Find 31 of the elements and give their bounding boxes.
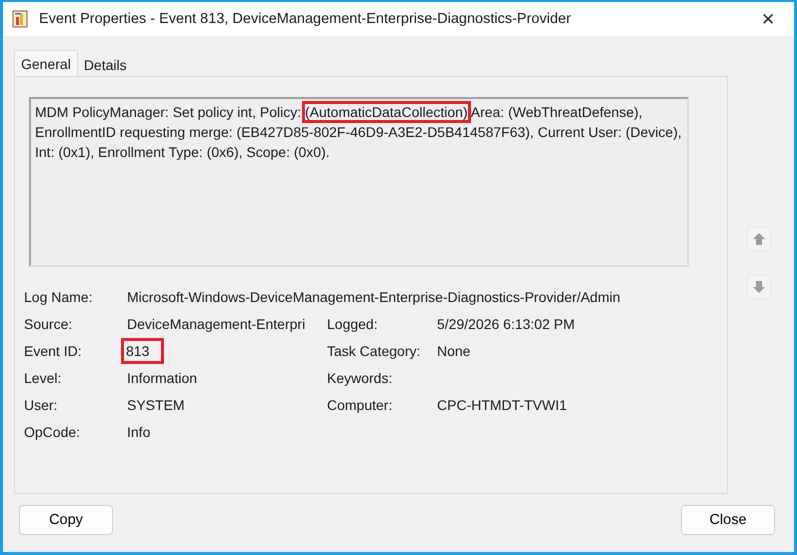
window-title: Event Properties - Event 813, DeviceManagement-Enterprise-Diagnostics-Provider [39, 11, 572, 27]
tab[interactable]: Details [78, 54, 133, 76]
event-viewer-icon [12, 10, 28, 28]
field-value: Information [127, 370, 198, 386]
tab[interactable]: General [14, 50, 78, 76]
field-value: Microsoft-Windows-DeviceManagement-Enterprise-Diagnostics-Provider/Admin [127, 289, 620, 305]
next-event-button[interactable] [747, 275, 771, 299]
field-label: Source: [24, 315, 74, 334]
field-value: SYSTEM [127, 397, 185, 413]
field-label: Task Category: [327, 342, 422, 361]
close-dialog-button[interactable]: Close [681, 505, 775, 535]
copy-button[interactable]: Copy [19, 505, 113, 535]
up-arrow-icon [752, 232, 766, 246]
previous-event-button[interactable] [747, 227, 771, 251]
field-value: CPC-HTMDT-TVWI1 [437, 397, 567, 413]
field-label: Keywords: [327, 369, 394, 388]
field-label: User: [24, 396, 58, 415]
down-arrow-icon [752, 280, 766, 294]
field-label: Logged: [327, 315, 379, 334]
field-value: Info [127, 424, 150, 440]
field-value: 5/29/2026 6:13:02 PM [437, 316, 575, 332]
field-label: Computer: [327, 396, 394, 415]
field-label: Level: [24, 369, 62, 388]
field-label: Event ID: [24, 342, 83, 361]
event-message: MDM PolicyManager: Set policy int, Policy: (AutomaticDataCollection) Area: (WebThreatDefense), EnrollmentID requesting merge: (EB427D85-802F-46D9-A3E2-D5B414587F63), Current User: (Device), Int: (0x1), Enrollment Type: (0x6), Scope: (0x0). [35, 102, 683, 162]
field-value: None [437, 343, 470, 359]
field-label: Log Name: [24, 288, 94, 307]
field-value: DeviceManagement-Enterpri [127, 316, 306, 332]
field-value: 813 [124, 341, 162, 361]
field-label: OpCode: [24, 423, 82, 442]
close-button[interactable]: ✕ [746, 2, 790, 36]
